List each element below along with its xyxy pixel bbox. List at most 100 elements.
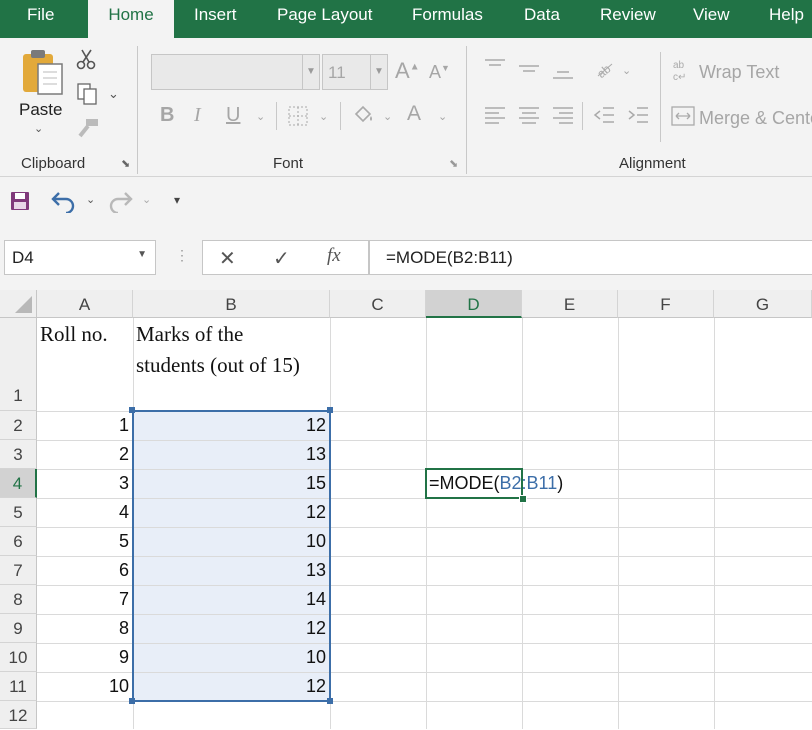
cell-a11[interactable]: 10	[37, 672, 133, 701]
customize-qat-icon[interactable]: ▾	[174, 193, 180, 207]
save-icon[interactable]	[10, 191, 30, 216]
range-handle[interactable]	[129, 407, 135, 413]
redo-dropdown-icon[interactable]: ⌄	[142, 193, 151, 206]
cell-a6[interactable]: 5	[37, 527, 133, 556]
row-header-5[interactable]: 5	[0, 498, 37, 527]
column-header-c[interactable]: C	[330, 290, 426, 318]
merge-center-button[interactable]: Merge & Cente	[699, 108, 812, 129]
decrease-indent-icon[interactable]	[593, 106, 615, 131]
cell-b1-line2[interactable]: students (out of 15)	[136, 353, 300, 378]
format-painter-icon[interactable]	[76, 118, 100, 145]
align-right-icon[interactable]	[552, 106, 574, 131]
cell-a5[interactable]: 4	[37, 498, 133, 527]
column-header-b[interactable]: B	[133, 290, 330, 318]
tab-formulas[interactable]: Formulas	[412, 0, 483, 38]
font-launcher-icon[interactable]: ⬊	[449, 157, 458, 170]
shrink-font-icon[interactable]: A▼	[429, 62, 450, 83]
worksheet-grid[interactable]: A B C D E F G 1 2 3 4 5 6 7 8 9 10 11 12…	[0, 290, 812, 729]
tab-data[interactable]: Data	[524, 0, 560, 38]
orientation-dropdown-icon[interactable]: ⌄	[622, 64, 631, 77]
tab-help[interactable]: Help	[769, 0, 804, 38]
font-color-dropdown-icon[interactable]: ⌄	[438, 110, 447, 123]
cell-a9[interactable]: 8	[37, 614, 133, 643]
font-family-combo[interactable]: ▼	[151, 54, 320, 90]
formula-input[interactable]: =MODE(B2:B11)	[369, 240, 812, 275]
row-header-6[interactable]: 6	[0, 527, 37, 556]
bottom-align-icon[interactable]	[552, 66, 574, 89]
italic-button[interactable]: I	[194, 104, 201, 127]
underline-dropdown-icon[interactable]: ⌄	[256, 110, 265, 123]
cell-b1-line1[interactable]: Marks of the	[136, 322, 243, 347]
column-header-e[interactable]: E	[522, 290, 618, 318]
cell-a1[interactable]: Roll no.	[40, 322, 108, 347]
paste-dropdown-icon[interactable]: ⌄	[34, 122, 43, 135]
row-header-11[interactable]: 11	[0, 672, 37, 701]
row-header-3[interactable]: 3	[0, 440, 37, 469]
grow-font-icon[interactable]: A▲	[395, 58, 420, 84]
wrap-text-button[interactable]: Wrap Text	[699, 62, 779, 83]
bold-button[interactable]: B	[160, 104, 174, 127]
cell-a10[interactable]: 9	[37, 643, 133, 672]
column-header-g[interactable]: G	[714, 290, 812, 318]
top-align-icon[interactable]	[484, 58, 506, 81]
range-handle[interactable]	[327, 407, 333, 413]
increase-indent-icon[interactable]	[627, 106, 649, 131]
chevron-down-icon[interactable]: ▼	[137, 249, 147, 260]
chevron-down-icon: ▼	[302, 55, 319, 89]
clipboard-launcher-icon[interactable]: ⬊	[121, 157, 130, 170]
fill-color-icon[interactable]	[352, 104, 376, 131]
row-header-1[interactable]: 1	[0, 318, 37, 411]
tab-home[interactable]: Home	[88, 0, 174, 38]
tab-page-layout[interactable]: Page Layout	[277, 0, 372, 38]
row-header-9[interactable]: 9	[0, 614, 37, 643]
cell-a4[interactable]: 3	[37, 469, 133, 498]
paste-button-label[interactable]: Paste	[19, 100, 62, 120]
tab-insert[interactable]: Insert	[194, 0, 237, 38]
row-header-7[interactable]: 7	[0, 556, 37, 585]
align-left-icon[interactable]	[484, 106, 506, 131]
range-handle[interactable]	[129, 698, 135, 704]
cell-a3[interactable]: 2	[37, 440, 133, 469]
row-header-8[interactable]: 8	[0, 585, 37, 614]
cell-d4-edit[interactable]: =MODE(B2:B11)	[429, 469, 563, 498]
wrap-text-icon[interactable]: ab c↵	[672, 58, 694, 87]
tab-review[interactable]: Review	[600, 0, 656, 38]
copy-dropdown-icon[interactable]: ⌄	[108, 86, 119, 102]
insert-function-button[interactable]: fx	[327, 245, 341, 267]
middle-align-icon[interactable]	[518, 62, 540, 85]
row-header-12[interactable]: 12	[0, 701, 37, 729]
row-header-4[interactable]: 4	[0, 469, 37, 498]
column-header-f[interactable]: F	[618, 290, 714, 318]
paste-icon[interactable]	[20, 48, 68, 98]
name-box[interactable]: D4 ▼	[4, 240, 156, 275]
select-all-button[interactable]	[0, 290, 37, 318]
enter-formula-button[interactable]: ✓	[273, 246, 290, 271]
cell-a7[interactable]: 6	[37, 556, 133, 585]
align-center-icon[interactable]	[518, 106, 540, 131]
tab-file[interactable]: File	[27, 0, 54, 38]
underline-button[interactable]: U	[226, 104, 240, 127]
merge-icon[interactable]	[671, 106, 695, 131]
cut-icon[interactable]	[76, 48, 98, 75]
column-header-a[interactable]: A	[37, 290, 133, 318]
cell-a2[interactable]: 1	[37, 411, 133, 440]
redo-icon[interactable]	[107, 189, 133, 218]
font-color-button[interactable]: A	[407, 102, 421, 126]
row-header-2[interactable]: 2	[0, 411, 37, 440]
column-header-d[interactable]: D	[426, 290, 522, 318]
copy-icon[interactable]	[77, 83, 99, 110]
cell-a8[interactable]: 7	[37, 585, 133, 614]
cancel-formula-button[interactable]: ✕	[219, 246, 236, 271]
undo-icon[interactable]	[51, 189, 77, 218]
tab-view[interactable]: View	[693, 0, 730, 38]
row-header-10[interactable]: 10	[0, 643, 37, 672]
font-size-combo[interactable]: 11 ▼	[322, 54, 388, 90]
orientation-icon[interactable]: ab	[594, 58, 616, 85]
undo-dropdown-icon[interactable]: ⌄	[86, 193, 95, 206]
formula-bar-splitter-icon[interactable]: ⋮	[175, 247, 189, 264]
chevron-down-icon: ▼	[370, 55, 387, 89]
borders-icon[interactable]	[288, 106, 308, 131]
range-handle[interactable]	[327, 698, 333, 704]
borders-dropdown-icon[interactable]: ⌄	[319, 110, 328, 123]
fill-color-dropdown-icon[interactable]: ⌄	[383, 110, 392, 123]
